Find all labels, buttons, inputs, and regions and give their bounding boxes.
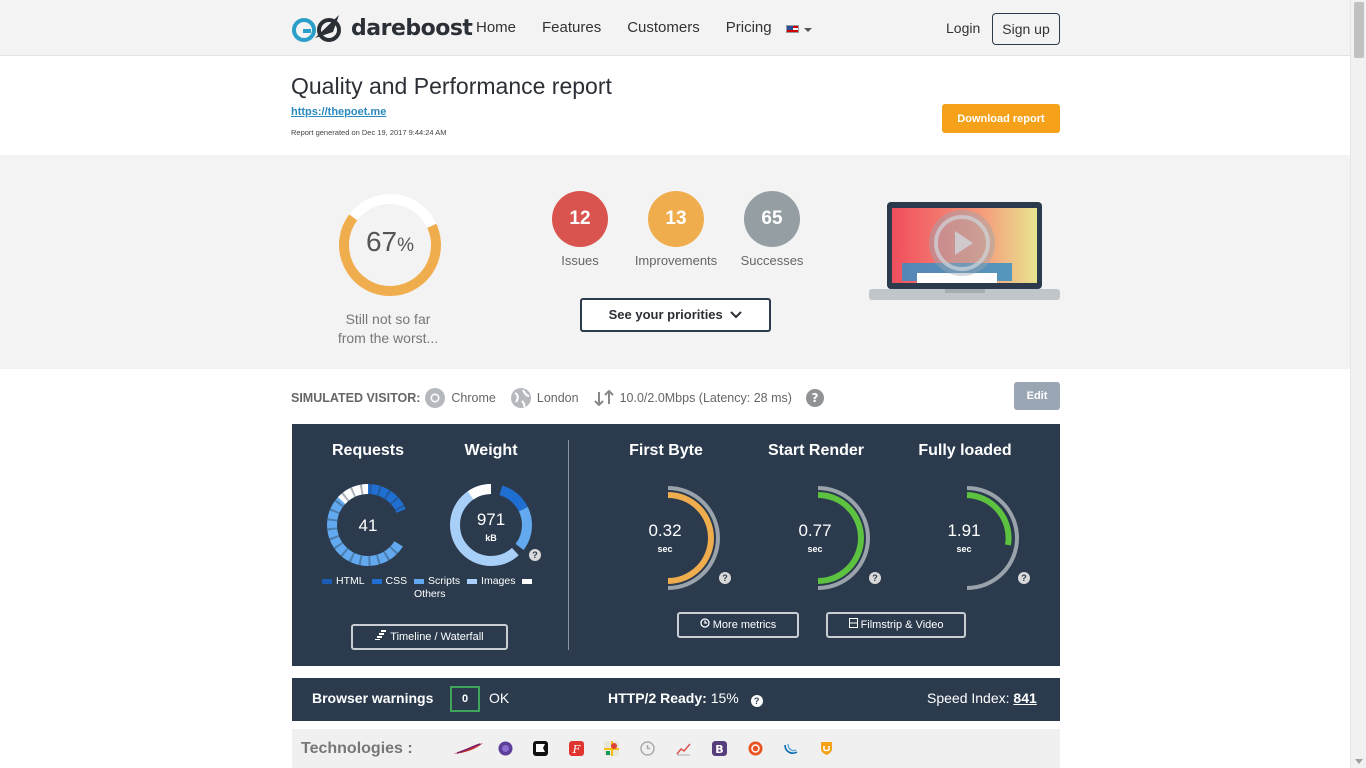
svg-text:F: F bbox=[572, 743, 581, 756]
film-icon bbox=[848, 618, 858, 628]
main-nav: Home Features Customers Pricing bbox=[476, 19, 798, 36]
chevron-down-icon[interactable] bbox=[804, 28, 812, 32]
scroll-down-arrow-icon[interactable] bbox=[1355, 759, 1363, 764]
fully-loaded-help-icon[interactable]: ? bbox=[1018, 572, 1030, 584]
nav-features[interactable]: Features bbox=[542, 19, 601, 36]
first-byte-help-icon[interactable]: ? bbox=[719, 572, 731, 584]
technologies-label: Technologies : bbox=[301, 740, 413, 757]
us-flag-icon[interactable] bbox=[786, 25, 799, 33]
waterfall-icon bbox=[375, 630, 387, 641]
see-priorities-button[interactable]: See your priorities bbox=[580, 298, 771, 332]
browser-warnings-label: Browser warnings bbox=[312, 690, 434, 706]
apache-feather-icon bbox=[453, 743, 483, 754]
help-icon[interactable]: ? bbox=[805, 389, 824, 407]
report-url-link[interactable]: https://thepoet.me bbox=[291, 106, 386, 118]
download-report-button[interactable]: Download report bbox=[942, 104, 1060, 133]
simulated-visitor-bar: SIMULATED VISITOR: Chrome London 10.0/2.… bbox=[291, 387, 838, 409]
page-title: Quality and Performance report bbox=[291, 73, 612, 99]
page-scrollbar[interactable] bbox=[1350, 0, 1366, 768]
warnings-ok-status: OK bbox=[489, 690, 510, 706]
score-message: Still not so far from the worst... bbox=[337, 311, 439, 346]
warnings-count-badge: 0 bbox=[450, 686, 480, 712]
nav-home[interactable]: Home bbox=[476, 19, 516, 36]
clock-icon bbox=[700, 618, 710, 628]
speed-index: Speed Index: 841 bbox=[927, 690, 1037, 706]
improvements-label: Improvements bbox=[634, 253, 718, 268]
chrome-icon bbox=[425, 388, 446, 408]
connection-speed: 10.0/2.0Mbps (Latency: 28 ms) bbox=[619, 391, 792, 405]
google-maps-icon bbox=[604, 741, 619, 756]
requests-title: Requests bbox=[331, 442, 405, 459]
filmstrip-video-button[interactable]: Filmstrip & Video bbox=[826, 612, 966, 638]
rocket-logo-icon bbox=[292, 15, 341, 42]
brand-name: dareboost bbox=[351, 15, 473, 41]
php-icon bbox=[498, 741, 513, 756]
speed-index-value-link[interactable]: 841 bbox=[1013, 690, 1036, 706]
login-link[interactable]: Login bbox=[946, 20, 980, 36]
http2-ready: HTTP/2 Ready: 15% ? bbox=[608, 690, 763, 707]
scrollbar-thumb[interactable] bbox=[1354, 2, 1364, 58]
signup-button[interactable]: Sign up bbox=[992, 13, 1060, 45]
first-byte-value: 0.32 sec bbox=[648, 521, 682, 555]
weight-value: 971 kB bbox=[476, 510, 506, 544]
improvements-count-badge[interactable]: 13 bbox=[648, 191, 704, 247]
shield-icon bbox=[821, 742, 832, 755]
http2-help-icon[interactable]: ? bbox=[750, 695, 763, 707]
chart-icon bbox=[676, 743, 691, 756]
timeline-waterfall-button[interactable]: Timeline / Waterfall bbox=[351, 624, 508, 650]
edit-visitor-button[interactable]: Edit bbox=[1014, 382, 1060, 410]
fully-loaded-title: Fully loaded bbox=[918, 442, 1012, 459]
issues-label: Issues bbox=[561, 253, 599, 268]
start-render-help-icon[interactable]: ? bbox=[869, 572, 881, 584]
clock-icon bbox=[640, 741, 655, 756]
dareboost-logo[interactable]: dareboost bbox=[291, 12, 473, 44]
top-navbar: dareboost Home Features Customers Pricin… bbox=[0, 0, 1350, 56]
nav-pricing[interactable]: Pricing bbox=[726, 19, 772, 36]
report-generated-date: Report generated on Dec 19, 2017 9:44:24… bbox=[291, 128, 447, 137]
chevron-down-icon bbox=[730, 311, 743, 319]
score-value: 67% bbox=[365, 226, 415, 257]
fully-loaded-value: 1.91 sec bbox=[947, 521, 981, 555]
bootstrap-icon: B bbox=[712, 741, 727, 756]
start-render-value: 0.77 sec bbox=[798, 521, 832, 555]
font-icon: F bbox=[569, 741, 584, 756]
panel-divider bbox=[568, 440, 569, 650]
successes-label: Successes bbox=[740, 253, 804, 268]
more-metrics-button[interactable]: More metrics bbox=[677, 612, 799, 638]
requests-value: 41 bbox=[358, 516, 378, 535]
flag-icon bbox=[533, 741, 548, 756]
globe-icon bbox=[510, 388, 531, 408]
weight-help-icon[interactable]: ? bbox=[529, 549, 541, 561]
nav-customers[interactable]: Customers bbox=[627, 19, 700, 36]
location-name: London bbox=[536, 391, 579, 405]
svg-text:B: B bbox=[715, 743, 723, 756]
svg-text:?: ? bbox=[811, 391, 818, 405]
successes-count-badge[interactable]: 65 bbox=[744, 191, 800, 247]
start-render-title: Start Render bbox=[767, 442, 865, 459]
technologies-bar: Technologies : F B bbox=[292, 729, 1060, 768]
metrics-panel: Requests Weight 41 971 kB ? HTML CSS Scri… bbox=[292, 424, 1060, 666]
issues-count-badge[interactable]: 12 bbox=[552, 191, 608, 247]
ubuntu-icon bbox=[748, 741, 763, 756]
browser-name: Chrome bbox=[451, 391, 496, 405]
first-byte-title: First Byte bbox=[629, 442, 703, 459]
weight-title: Weight bbox=[464, 442, 518, 459]
laptop-preview-thumbnail[interactable] bbox=[869, 201, 1060, 301]
up-down-arrows-icon bbox=[593, 390, 614, 406]
jquery-icon bbox=[784, 743, 798, 754]
browser-warnings-bar: Browser warnings 0 OK HTTP/2 Ready: 15% … bbox=[292, 678, 1060, 721]
simulated-visitor-label: SIMULATED VISITOR: bbox=[291, 391, 421, 405]
resource-legend: HTML CSS Scripts Images Others bbox=[322, 575, 552, 601]
